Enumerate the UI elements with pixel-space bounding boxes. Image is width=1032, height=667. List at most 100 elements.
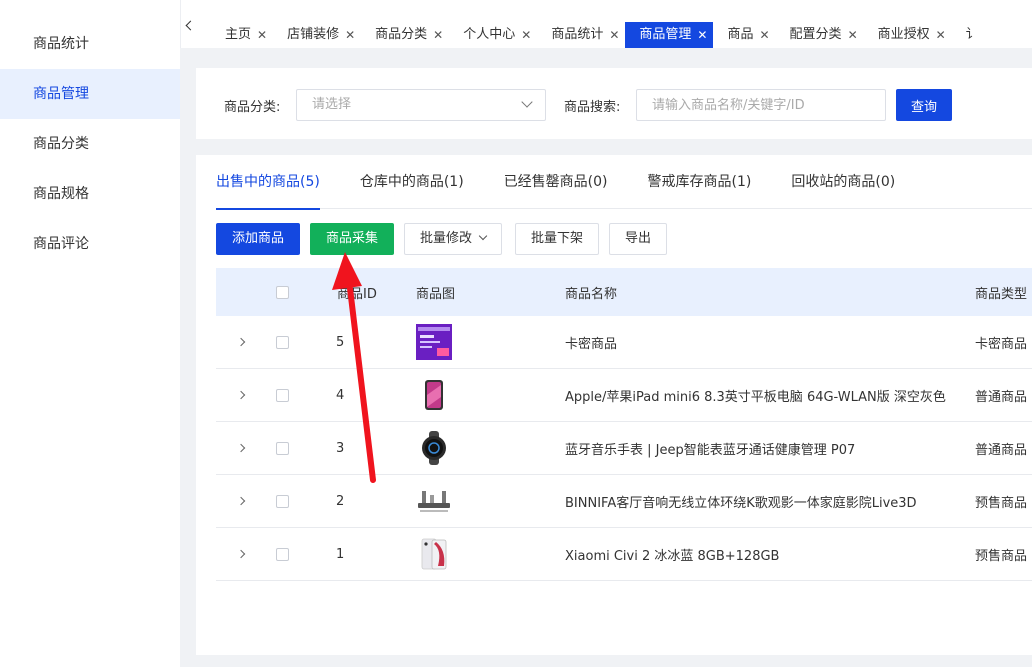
product-id: 4 [336,387,345,403]
tab-bar: 主页 ✕ 店铺装修 ✕ 商品分类 ✕ 个人中心 ✕ 商品统计 ✕ 商品管理 ✕ 商品 ✕ 配置… [180,0,1032,48]
column-header-id: 商品ID [337,286,377,302]
close-icon[interactable]: ✕ [521,22,531,48]
table-row[interactable]: 1 Xiaomi Civi 2 冰冰蓝 8GB+128GB 预售商品 [216,528,1032,581]
chevron-left-icon[interactable] [185,20,196,31]
card-thumbnail[interactable] [416,324,452,360]
chevron-right-icon[interactable] [236,443,246,453]
chevron-down-icon [521,96,533,108]
batch-edit-button[interactable]: 批量修改 [404,223,503,255]
close-icon[interactable]: ✕ [433,22,443,48]
product-id: 1 [336,546,345,562]
sidebar-item-product-spec[interactable]: 商品规格 [0,169,180,219]
sidebar-item-product-management[interactable]: 商品管理 [0,69,180,119]
tab-sold-out[interactable]: 已经售罄商品(0) [504,155,608,209]
product-id: 5 [336,334,345,350]
tab-label: 店铺装修 [287,27,340,42]
tab-label: 商业授权 [877,27,930,42]
tab-product[interactable]: 商品 ✕ [713,22,775,48]
sidebar-item-product-category[interactable]: 商品分类 [0,119,180,169]
product-id: 2 [336,493,345,509]
product-name: Xiaomi Civi 2 冰冰蓝 8GB+128GB [565,548,780,564]
tab-commercial-license[interactable]: 商业授权 ✕ [864,22,952,48]
ipad-thumbnail[interactable] [416,377,452,413]
chevron-right-icon[interactable] [236,496,246,506]
close-icon[interactable]: ✕ [345,22,355,48]
product-id: 3 [336,440,345,456]
tab-in-warehouse[interactable]: 仓库中的商品(1) [360,155,464,209]
product-type: 预售商品 [975,548,1028,564]
tab-recycle-bin[interactable]: 回收站的商品(0) [791,155,895,209]
tab-config-category[interactable]: 配置分类 ✕ [776,22,864,48]
filter-panel: 商品分类: 请选择 商品搜索: 查询 [196,68,1032,139]
tab-product-management[interactable]: 商品管理 ✕ [625,22,714,48]
product-name: 蓝牙音乐手表 | Jeep智能表蓝牙通话健康管理 P07 [565,442,856,458]
chevron-right-icon[interactable] [236,549,246,559]
sidebar: 商品统计 商品管理 商品分类 商品规格 商品评论 [0,0,180,667]
tab-label: 配置分类 [789,27,842,42]
batch-offline-button[interactable]: 批量下架 [515,223,600,255]
tab-label: 商品统计 [551,27,604,42]
row-checkbox[interactable] [276,494,289,508]
category-filter-label: 商品分类: [224,100,281,115]
batch-edit-label: 批量修改 [420,231,473,246]
tab-truncated[interactable]: 讠 [952,22,985,48]
export-button[interactable]: 导出 [609,223,668,255]
product-type: 卡密商品 [975,336,1028,352]
tab-label: 主页 [225,27,252,42]
tab-home[interactable]: 主页 ✕ [211,22,273,48]
table-row[interactable]: 3 蓝牙音乐手表 | Jeep智能表蓝牙通话健康管理 P07 普通商品 [216,422,1032,475]
row-checkbox[interactable] [276,441,289,455]
product-name: BINNIFA客厅音响无线立体环绕K歌观影一体家庭影院Live3D [565,495,917,511]
product-type: 普通商品 [975,389,1028,405]
close-icon[interactable]: ✕ [848,22,858,48]
close-icon[interactable]: ✕ [257,22,267,48]
tab-personal-center[interactable]: 个人中心 ✕ [449,22,537,48]
tab-product-category[interactable]: 商品分类 ✕ [361,22,449,48]
close-icon[interactable]: ✕ [759,22,769,48]
column-header-type: 商品类型 [975,286,1028,302]
tab-label: 个人中心 [463,27,516,42]
column-header-name: 商品名称 [565,286,618,302]
add-product-button[interactable]: 添加商品 [216,223,301,255]
tab-product-stats[interactable]: 商品统计 ✕ [537,22,625,48]
product-name: Apple/苹果iPad mini6 8.3英寸平板电脑 64G-WLAN版 深… [565,389,946,405]
row-checkbox[interactable] [276,547,289,561]
watch-thumbnail[interactable] [416,430,452,466]
product-list-panel: 出售中的商品(5) 仓库中的商品(1) 已经售罄商品(0) 警戒库存商品(1) … [196,155,1032,655]
tab-on-sale[interactable]: 出售中的商品(5) [216,155,320,210]
row-checkbox[interactable] [276,388,289,402]
chevron-right-icon[interactable] [236,337,246,347]
search-filter-label: 商品搜索: [564,100,621,115]
table-row[interactable]: 2 BINNIFA客厅音响无线立体环绕K歌观影一体家庭影院Live3D 预售商品 [216,475,1032,528]
tab-label: 商品管理 [639,27,692,42]
tab-label: 商品 [727,27,754,42]
table-row[interactable]: 4 Apple/苹果iPad mini6 8.3英寸平板电脑 64G-WLAN版… [216,369,1032,422]
close-icon[interactable]: ✕ [936,22,946,48]
select-all-checkbox[interactable] [276,285,289,299]
sidebar-item-product-review[interactable]: 商品评论 [0,219,180,269]
category-select-placeholder: 请选择 [312,97,352,112]
tab-stock-alert[interactable]: 警戒库存商品(1) [648,155,752,209]
chevron-down-icon [478,231,488,241]
row-checkbox[interactable] [276,335,289,349]
phone-thumbnail[interactable] [416,536,452,572]
close-icon[interactable]: ✕ [609,22,619,48]
sidebar-item-product-stats[interactable]: 商品统计 [0,19,180,69]
tab-shop-decoration[interactable]: 店铺装修 ✕ [273,22,361,48]
speaker-thumbnail[interactable] [416,483,452,519]
chevron-right-icon[interactable] [236,390,246,400]
tab-label: 商品分类 [375,27,428,42]
status-tabs: 出售中的商品(5) 仓库中的商品(1) 已经售罄商品(0) 警戒库存商品(1) … [216,155,1032,210]
product-name: 卡密商品 [565,336,618,352]
product-type: 普通商品 [975,442,1028,458]
close-icon[interactable]: ✕ [697,22,707,48]
product-type: 预售商品 [975,495,1028,511]
collect-product-button[interactable]: 商品采集 [310,223,395,255]
product-search-input[interactable] [636,89,886,121]
category-select[interactable]: 请选择 [296,89,546,121]
column-header-image: 商品图 [416,286,456,302]
query-button[interactable]: 查询 [896,89,952,121]
tab-label: 讠 [965,27,979,42]
table-row[interactable]: 5 卡密商品 卡密商品 [216,316,1032,369]
table-header: 商品ID 商品图 商品名称 商品类型 [216,268,1032,316]
